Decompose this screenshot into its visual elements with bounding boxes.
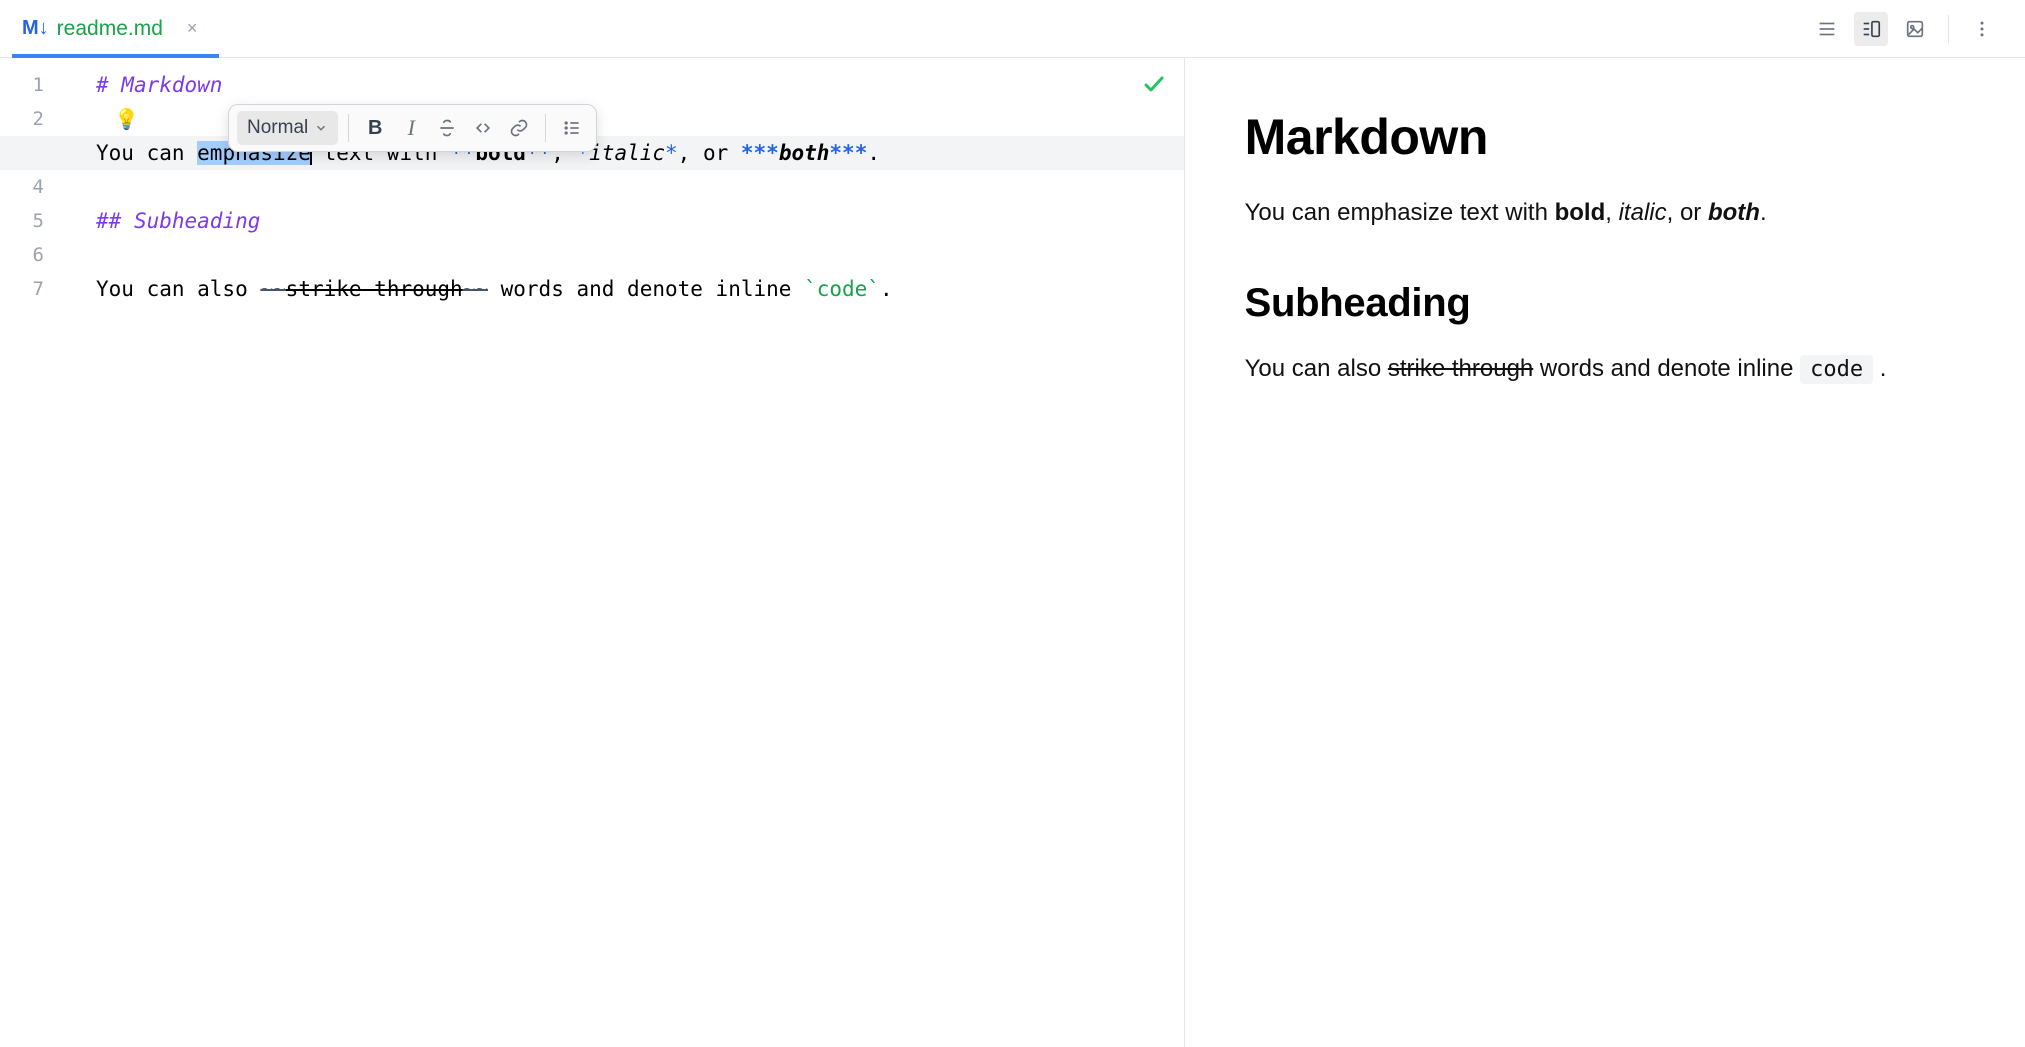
code-line[interactable]: You can also ~~strike through~~ words an…: [96, 272, 1184, 306]
more-options-button[interactable]: [1965, 12, 1999, 46]
line-number: 1: [0, 68, 70, 102]
toolbar-divider: [348, 114, 349, 142]
line-number: 6: [0, 238, 70, 272]
text-style-select[interactable]: Normal: [237, 111, 338, 145]
toolbar-divider: [545, 114, 546, 142]
line-number: 2: [0, 102, 70, 136]
preview-heading-2: Subheading: [1245, 281, 1965, 326]
bold-button[interactable]: B: [359, 112, 391, 144]
strikethrough-button[interactable]: [431, 112, 463, 144]
code-line[interactable]: # Markdown: [96, 68, 1184, 102]
view-preview-button[interactable]: [1898, 12, 1932, 46]
markdown-file-icon: M↓: [22, 17, 49, 40]
preview-paragraph: You can emphasize text with bold, italic…: [1245, 194, 1965, 231]
view-split-button[interactable]: [1854, 12, 1888, 46]
preview-pane: Markdown You can emphasize text with bol…: [1185, 58, 2025, 1047]
view-source-button[interactable]: [1810, 12, 1844, 46]
close-tab-button[interactable]: ×: [181, 16, 204, 41]
tab-filename: readme.md: [57, 17, 163, 41]
line-number: 4: [0, 170, 70, 204]
link-button[interactable]: [503, 112, 535, 144]
code-button[interactable]: [467, 112, 499, 144]
text-style-label: Normal: [247, 117, 308, 139]
preview-heading-1: Markdown: [1245, 108, 1965, 166]
chevron-down-icon: [314, 121, 328, 135]
line-number: 7: [0, 272, 70, 306]
code-line[interactable]: [96, 238, 1184, 272]
preview-paragraph: You can also strike through words and de…: [1245, 350, 1965, 387]
line-number: 5: [0, 204, 70, 238]
lightbulb-icon[interactable]: 💡: [114, 102, 139, 136]
editor-pane[interactable]: 1 2 3 4 5 6 7 # Markdown 💡 You can empha…: [0, 58, 1185, 1047]
toolbar-separator: [1948, 15, 1949, 43]
floating-format-toolbar: Normal B I: [228, 104, 597, 152]
code-line[interactable]: [96, 170, 1184, 204]
code-line[interactable]: ## Subheading: [96, 204, 1184, 238]
line-number-gutter: 1 2 3 4 5 6 7: [0, 58, 70, 1047]
code-area[interactable]: # Markdown 💡 You can emphasize text with…: [96, 58, 1184, 1047]
italic-button[interactable]: I: [395, 112, 427, 144]
tab-bar: M↓ readme.md ×: [0, 0, 2025, 58]
file-tab[interactable]: M↓ readme.md ×: [12, 0, 219, 57]
list-button[interactable]: [556, 112, 588, 144]
